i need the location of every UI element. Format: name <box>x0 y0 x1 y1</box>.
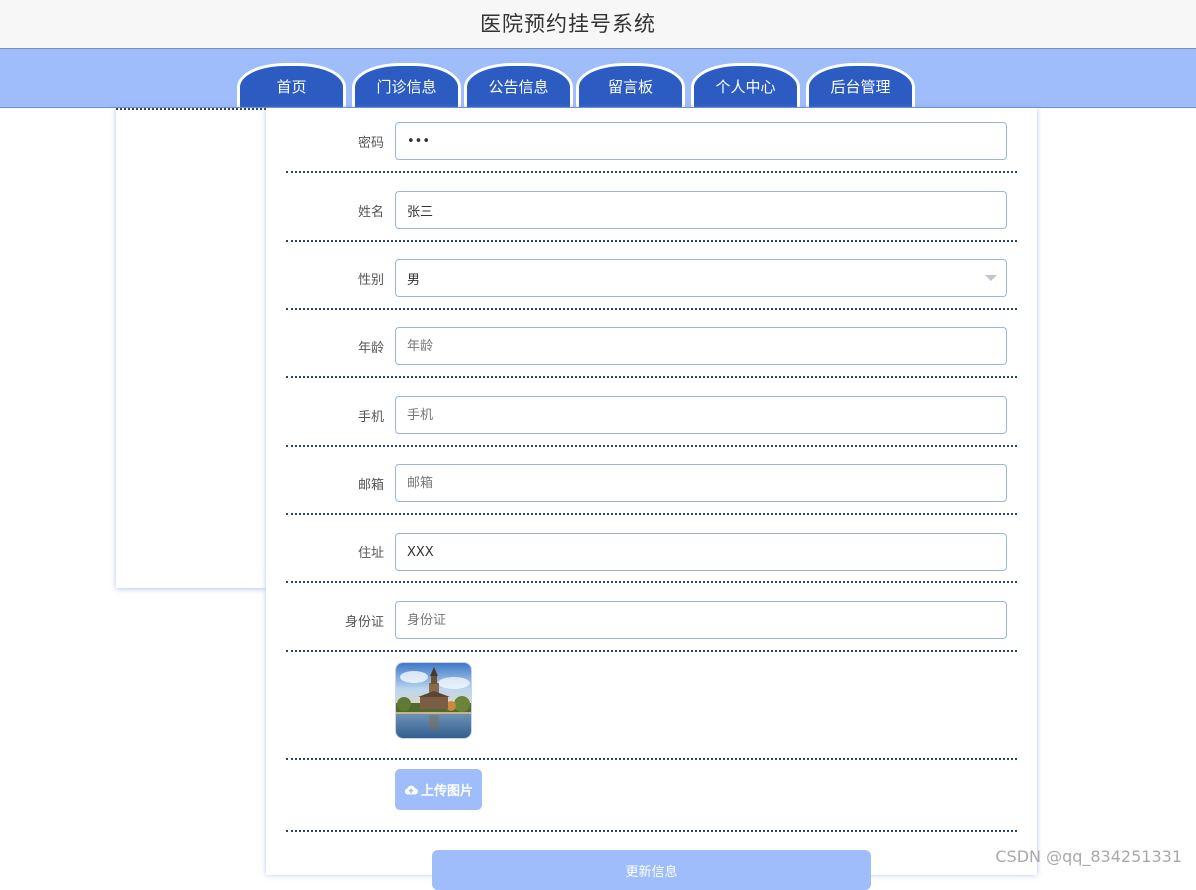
age-label: 年龄 <box>357 341 384 356</box>
gender-selected-value: 男 <box>407 272 421 288</box>
cloud-upload-icon <box>404 785 418 795</box>
form-row-gender: 性别 男 <box>286 240 1017 310</box>
email-label: 邮箱 <box>357 478 384 493</box>
phone-field[interactable] <box>395 396 1007 434</box>
form-row-age: 年龄 <box>286 308 1017 378</box>
name-field[interactable] <box>395 191 1007 229</box>
sidebar-menu <box>116 108 266 588</box>
top-header: 医院预约挂号系统 <box>0 0 1196 49</box>
nav-tab-home[interactable]: 首页 <box>237 63 346 107</box>
nav-tab-clinic-info[interactable]: 门诊信息 <box>352 63 461 107</box>
address-field[interactable] <box>395 533 1007 571</box>
gender-label: 性别 <box>357 273 384 288</box>
password-label: 密码 <box>357 136 384 151</box>
name-label: 姓名 <box>357 205 384 220</box>
id-card-label: 身份证 <box>344 615 384 630</box>
upload-button-label: 上传图片 <box>420 784 473 799</box>
main-navigation: 首页 门诊信息 公告信息 留言板 个人中心 后台管理 <box>0 49 1196 108</box>
form-row-id-card: 身份证 <box>286 581 1017 652</box>
email-field[interactable] <box>395 464 1007 502</box>
form-row-name: 姓名 <box>286 171 1017 242</box>
id-card-field[interactable] <box>395 601 1007 639</box>
update-info-button[interactable]: 更新信息 <box>432 850 871 890</box>
password-field[interactable] <box>395 122 1007 160</box>
form-row-address: 住址 <box>286 513 1017 583</box>
gender-select[interactable]: 男 <box>395 259 1007 297</box>
age-field[interactable] <box>395 327 1007 365</box>
form-row-phone: 手机 <box>286 376 1017 447</box>
upload-image-button[interactable]: 上传图片 <box>395 769 482 810</box>
form-row-avatar <box>286 650 1017 760</box>
phone-label: 手机 <box>357 410 384 425</box>
avatar-image <box>395 662 472 739</box>
nav-tab-announcements[interactable]: 公告信息 <box>464 63 573 107</box>
nav-tab-message-board[interactable]: 留言板 <box>576 63 685 107</box>
address-label: 住址 <box>357 546 384 561</box>
form-row-password: 密码 <box>286 108 1017 173</box>
nav-tab-admin[interactable]: 后台管理 <box>806 63 915 107</box>
site-title: 医院预约挂号系统 <box>480 12 656 36</box>
form-row-upload: 上传图片 <box>286 758 1017 832</box>
profile-form-panel: 密码 姓名 性别 男 年龄 手机 邮箱 住址 身份证 <box>266 108 1037 890</box>
watermark: CSDN @qq_834251331 <box>995 847 1182 866</box>
chevron-down-icon <box>985 275 997 281</box>
form-row-email: 邮箱 <box>286 445 1017 515</box>
nav-tab-personal-center[interactable]: 个人中心 <box>691 63 800 107</box>
